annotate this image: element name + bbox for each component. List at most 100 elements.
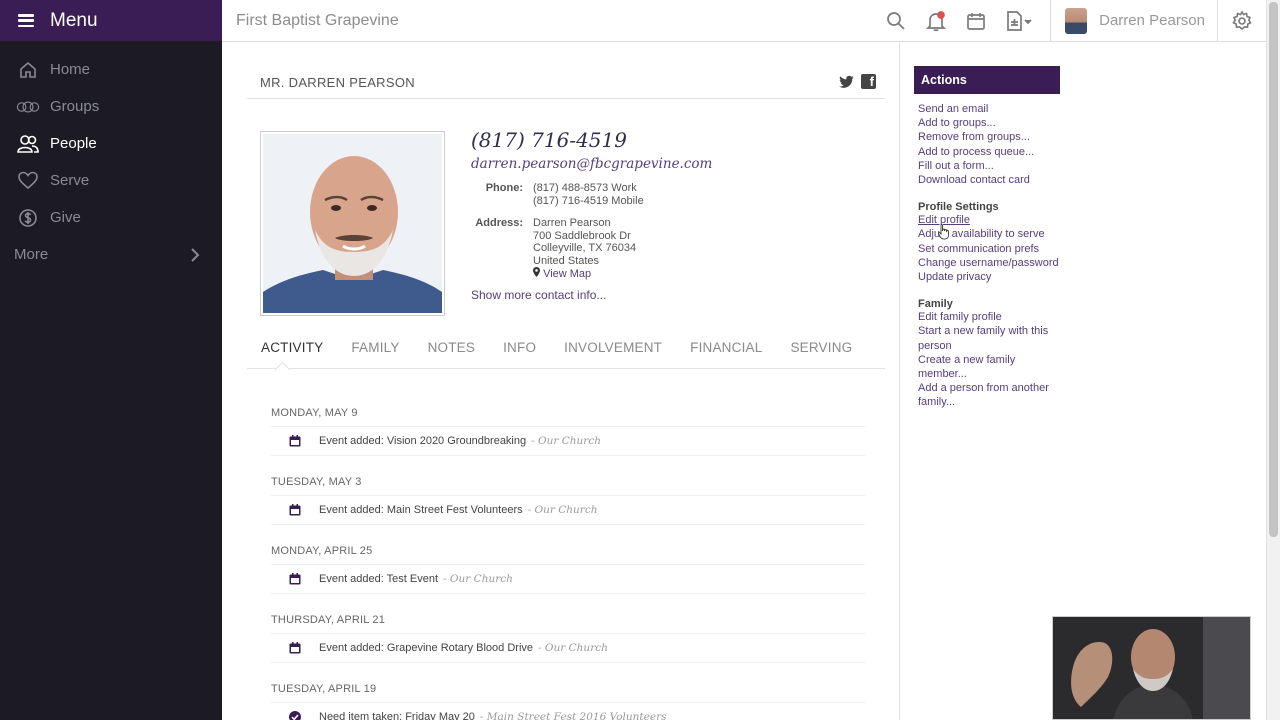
view-map-label: View Map bbox=[543, 268, 592, 280]
scrollbar-thumb[interactable] bbox=[1269, 2, 1278, 537]
phone-label: Phone: bbox=[485, 182, 523, 194]
person-header: MR. DARREN PEARSON f bbox=[247, 64, 885, 99]
people-icon bbox=[16, 134, 40, 154]
activity-source: - Our Church bbox=[527, 504, 598, 516]
activity-text: Event added: Grapevine Rotary Blood Driv… bbox=[319, 642, 534, 654]
map-pin-icon bbox=[533, 267, 540, 277]
address-line: Darren Pearson bbox=[533, 217, 611, 229]
list-item[interactable]: Event added: Test Event - Our Church bbox=[271, 564, 865, 594]
calendar-icon bbox=[967, 12, 985, 30]
page-scrollbar[interactable] bbox=[1266, 0, 1280, 720]
view-map-link[interactable]: View Map bbox=[533, 267, 636, 281]
sidebar-item-label: Groups bbox=[50, 98, 100, 115]
contact-info: (817) 716-4519 darren.pearson@fbcgrapevi… bbox=[471, 128, 891, 302]
list-item[interactable]: Event added: Main Street Fest Volunteers… bbox=[271, 495, 865, 525]
church-name[interactable]: First Baptist Grapevine bbox=[222, 12, 876, 30]
webcam-overlay bbox=[1052, 616, 1251, 720]
twitter-icon[interactable] bbox=[839, 74, 854, 89]
activity-feed: MONDAY, MAY 9 Event added: Vision 2020 G… bbox=[271, 407, 865, 720]
address-row: Address: Darren Pearson 700 Saddlebrook … bbox=[471, 217, 891, 281]
communication-prefs-link[interactable]: Set communication prefs bbox=[918, 242, 1060, 256]
hand-cursor-icon bbox=[938, 224, 949, 240]
remove-from-groups-link[interactable]: Remove from groups... bbox=[918, 130, 1060, 144]
calendar-icon bbox=[289, 642, 301, 654]
start-new-family-link[interactable]: Start a new family with this person bbox=[918, 324, 1060, 352]
primary-phone[interactable]: (817) 716-4519 bbox=[471, 128, 891, 152]
calendar-button[interactable] bbox=[956, 0, 996, 42]
forms-dropdown-button[interactable] bbox=[996, 0, 1042, 42]
activity-group: THURSDAY, APRIL 21 Event added: Grapevin… bbox=[271, 614, 865, 663]
activity-date: MONDAY, APRIL 25 bbox=[271, 545, 373, 557]
app-window: Menu Home Groups People Serve Give More … bbox=[0, 0, 1280, 720]
sidebar-item-serve[interactable]: Serve bbox=[0, 162, 222, 199]
dollar-icon bbox=[16, 208, 40, 228]
primary-email[interactable]: darren.pearson@fbcgrapevine.com bbox=[471, 156, 891, 172]
sidebar-item-label: Home bbox=[50, 61, 91, 78]
family-actions-list: Edit family profile Start a new family w… bbox=[914, 310, 1060, 409]
bell-icon bbox=[926, 10, 947, 31]
activity-source: - Our Church bbox=[443, 573, 513, 585]
sidebar-more-label: More bbox=[14, 246, 49, 263]
page-title: MR. DARREN PEARSON bbox=[260, 75, 415, 90]
notifications-button[interactable] bbox=[916, 0, 956, 42]
tab-serving[interactable]: SERVING bbox=[776, 337, 866, 369]
gear-icon bbox=[1232, 9, 1252, 30]
menu-label: Menu bbox=[50, 9, 98, 31]
add-person-from-family-link[interactable]: Add a person from another family... bbox=[918, 381, 1060, 409]
activity-group: TUESDAY, MAY 3 Event added: Main Street … bbox=[271, 476, 865, 525]
edit-family-profile-link[interactable]: Edit family profile bbox=[918, 310, 1060, 324]
tab-family[interactable]: FAMILY bbox=[337, 337, 413, 369]
menu-toggle[interactable]: Menu bbox=[0, 0, 222, 41]
facebook-icon[interactable]: f bbox=[861, 74, 876, 89]
activity-source: - Our Church bbox=[531, 435, 601, 447]
create-family-member-link[interactable]: Create a new family member... bbox=[918, 353, 1060, 381]
sidebar: Menu Home Groups People Serve Give More bbox=[0, 0, 222, 720]
show-more-contact-link[interactable]: Show more contact info... bbox=[471, 288, 891, 302]
user-menu[interactable]: Darren Pearson bbox=[1050, 0, 1218, 42]
mobile-phone: (817) 716-4519 Mobile bbox=[533, 194, 644, 207]
address-label: Address: bbox=[475, 217, 523, 229]
activity-date: TUESDAY, APRIL 19 bbox=[271, 683, 377, 695]
list-item[interactable]: Need item taken: Friday May 20 - Main St… bbox=[271, 702, 865, 720]
download-contact-card-link[interactable]: Download contact card bbox=[918, 173, 1060, 187]
tab-notes[interactable]: NOTES bbox=[414, 337, 490, 369]
social-links: f bbox=[839, 74, 876, 89]
fill-out-form-link[interactable]: Fill out a form... bbox=[918, 159, 1060, 173]
update-privacy-link[interactable]: Update privacy bbox=[918, 270, 1060, 284]
tab-involvement[interactable]: INVOLVEMENT bbox=[550, 337, 676, 369]
profile-photo[interactable] bbox=[260, 131, 445, 316]
tab-activity[interactable]: ACTIVITY bbox=[247, 337, 337, 369]
actions-list: Send an email Add to groups... Remove fr… bbox=[914, 102, 1060, 187]
calendar-icon bbox=[289, 573, 301, 585]
heart-icon bbox=[16, 171, 40, 191]
settings-button[interactable] bbox=[1218, 0, 1266, 42]
address-values: Darren Pearson 700 Saddlebrook Dr Colley… bbox=[533, 217, 636, 281]
tab-info[interactable]: INFO bbox=[489, 337, 550, 369]
send-email-link[interactable]: Send an email bbox=[918, 102, 1060, 116]
profile-photo-image bbox=[263, 134, 442, 313]
change-username-password-link[interactable]: Change username/password bbox=[918, 256, 1060, 270]
family-heading: Family bbox=[918, 298, 953, 311]
tab-financial[interactable]: FINANCIAL bbox=[676, 337, 776, 369]
search-button[interactable] bbox=[876, 0, 916, 42]
check-circle-icon bbox=[289, 711, 301, 720]
sidebar-nav: Home Groups People Serve Give More bbox=[0, 51, 222, 273]
profile-settings-heading: Profile Settings bbox=[918, 201, 999, 214]
sidebar-item-groups[interactable]: Groups bbox=[0, 88, 222, 125]
sidebar-item-more[interactable]: More bbox=[0, 236, 222, 273]
address-line: 700 Saddlebrook Dr bbox=[533, 229, 631, 242]
groups-icon bbox=[16, 97, 40, 117]
sidebar-item-label: Serve bbox=[50, 172, 90, 189]
add-to-process-queue-link[interactable]: Add to process queue... bbox=[918, 145, 1060, 159]
document-icon bbox=[1007, 10, 1032, 31]
profile-tabs: ACTIVITY FAMILY NOTES INFO INVOLVEMENT F… bbox=[247, 337, 885, 369]
phone-values: (817) 488-8573 Work (817) 716-4519 Mobil… bbox=[533, 182, 644, 207]
add-to-groups-link[interactable]: Add to groups... bbox=[918, 116, 1060, 130]
sidebar-item-people[interactable]: People bbox=[0, 125, 222, 162]
list-item[interactable]: Event added: Grapevine Rotary Blood Driv… bbox=[271, 633, 865, 663]
activity-source: - Main Street Fest 2016 Volunteers bbox=[479, 711, 667, 720]
list-item[interactable]: Event added: Vision 2020 Groundbreaking … bbox=[271, 426, 865, 456]
activity-date: THURSDAY, APRIL 21 bbox=[271, 614, 386, 626]
sidebar-item-give[interactable]: Give bbox=[0, 199, 222, 236]
sidebar-item-home[interactable]: Home bbox=[0, 51, 222, 88]
